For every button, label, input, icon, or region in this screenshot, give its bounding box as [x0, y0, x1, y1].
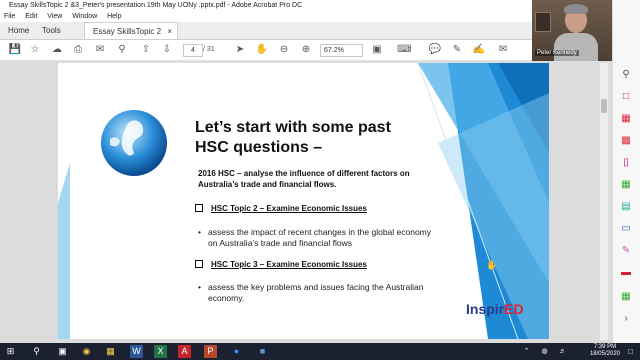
clock-date: 18/05/2020 [589, 351, 620, 357]
menu-edit[interactable]: Edit [25, 13, 37, 20]
create-pdf-icon[interactable]: ▦ [619, 112, 633, 126]
checkbox-icon [195, 204, 203, 212]
taskbar-clock[interactable]: 7:39 PM 18/05/2020 [590, 344, 620, 358]
acrobat-icon[interactable]: A [178, 345, 191, 358]
sign-icon[interactable]: ✍ [472, 43, 486, 57]
menu-help[interactable]: Help [107, 13, 121, 20]
section1-bullet: • assess the impact of recent changes in … [198, 227, 438, 249]
section2-bullet: • assess the key problems and issues faci… [198, 282, 438, 304]
tab-bar: Home Tools Essay SkillsTopic 2 ... × [0, 22, 532, 53]
bullet-icon: • [198, 282, 201, 292]
search-icon[interactable]: ⚲ [619, 68, 633, 82]
slide-question: 2016 HSC – analyse the influence of diff… [198, 169, 410, 189]
powerpoint-icon[interactable]: P [204, 345, 217, 358]
zoom-level-select[interactable]: 67.2% [320, 44, 363, 57]
section1-heading: HSC Topic 2 – Examine Economic Issues [195, 204, 367, 213]
fit-page-icon[interactable]: ▣ [370, 43, 384, 57]
hand-tool-icon[interactable]: ✋ [255, 43, 269, 57]
file-explorer-icon[interactable]: ▦ [104, 345, 117, 358]
email-icon[interactable]: ✉ [93, 43, 107, 57]
tab-document[interactable]: Essay SkillsTopic 2 ... × [84, 22, 178, 53]
tab-home[interactable]: Home [8, 22, 29, 39]
windows-taskbar: ⊞ ⚲ ▣ ◉ ▦ W X A P ● ■ ⌃ ◍ ♬ 7:39 PM 18/0… [0, 343, 640, 360]
person-hair [564, 4, 588, 14]
organize-pages-icon[interactable]: ▤ [619, 200, 633, 214]
print-icon[interactable]: ⎙ [71, 43, 85, 57]
menu-file[interactable]: File [4, 13, 15, 20]
checkbox-icon [195, 260, 203, 268]
keyboard-scroll-icon[interactable]: ⌨ [397, 43, 411, 57]
toolbar: 💾 ☆ ☁ ⎙ ✉ ⚲ ⇧ ⇩ ➤ ✋ ⊖ ⊕ ▣ ⌨ 💬 ✎ ✍ ✉ [0, 40, 532, 61]
excel-icon[interactable]: X [154, 345, 167, 358]
fill-sign-icon[interactable]: ✎ [619, 244, 633, 258]
highlight-pen-icon[interactable]: ✎ [450, 43, 464, 57]
logo-accent: ED [504, 301, 524, 317]
send-for-review-icon[interactable]: ▬ [619, 266, 633, 280]
edit-pdf-icon[interactable]: ▩ [619, 134, 633, 148]
chrome-icon[interactable]: ◉ [80, 345, 93, 358]
logo-main: Inspir [466, 301, 505, 317]
volume-icon[interactable]: ♬ [556, 345, 569, 358]
page-total: / 31 [203, 46, 215, 53]
section1-heading-text: HSC Topic 2 – Examine Economic Issues [211, 204, 367, 213]
notification-icon[interactable]: □ [624, 345, 637, 358]
comment-tool-icon[interactable]: ▯ [619, 156, 633, 170]
right-tools-panel: ⚲ □ ▦ ▩ ▯ ▦ ▤ ▭ ✎ ▬ ▦ › [612, 0, 640, 343]
protect-icon[interactable]: ▭ [619, 222, 633, 236]
comment-icon[interactable]: 💬 [428, 43, 442, 57]
zoom-out-icon[interactable]: ⊖ [277, 43, 291, 57]
menu-window[interactable]: Window [72, 13, 97, 20]
inspired-logo: InspirED [466, 301, 524, 317]
section1-bullet-text: assess the impact of recent changes in t… [208, 227, 432, 248]
bookmark-star-icon[interactable]: ☆ [28, 43, 42, 57]
slide-title: Let’s start with some past HSC questions… [195, 119, 391, 156]
tools-more-icon[interactable]: ▦ [619, 290, 633, 304]
upload-cloud-icon[interactable]: ☁ [50, 43, 64, 57]
left-edge-stripe [58, 163, 70, 339]
bullet-icon: • [198, 227, 201, 237]
person-shirt [554, 33, 598, 61]
next-page-icon[interactable]: ⇩ [160, 43, 174, 57]
participant-name: Peter Kennedy [535, 50, 579, 56]
expand-panel-icon[interactable]: › [619, 312, 633, 326]
combine-files-icon[interactable]: ▦ [619, 178, 633, 192]
page-number-input[interactable]: 4 [183, 44, 203, 57]
slide-page: Let’s start with some past HSC questions… [58, 63, 549, 339]
network-icon[interactable]: ◍ [538, 345, 551, 358]
vertical-scrollbar[interactable] [600, 63, 608, 340]
wall-frame [535, 12, 551, 32]
word-icon[interactable]: W [130, 345, 143, 358]
section2-bullet-text: assess the key problems and issues facin… [208, 282, 424, 303]
clock-time: 7:39 PM [593, 344, 617, 350]
save-icon[interactable]: 💾 [8, 43, 22, 57]
previous-page-icon[interactable]: ⇧ [139, 43, 153, 57]
video-feed: Peter Kennedy [532, 0, 612, 61]
tab-tools[interactable]: Tools [42, 22, 61, 39]
select-cursor-icon[interactable]: ➤ [233, 43, 247, 57]
zoom-in-icon[interactable]: ⊕ [299, 43, 313, 57]
start-icon[interactable]: ⊞ [4, 345, 17, 358]
system-tray-icon[interactable]: ⌃ [520, 345, 533, 358]
share-icon[interactable]: ✉ [496, 43, 510, 57]
search-icon[interactable]: ⚲ [30, 345, 43, 358]
hand-cursor-icon: ✋ [486, 260, 498, 270]
taskbar-app-icon[interactable]: ■ [256, 345, 269, 358]
scrollbar-thumb[interactable] [601, 99, 607, 113]
zoom-app-icon[interactable]: ● [230, 345, 243, 358]
close-tab-icon[interactable]: × [167, 23, 172, 40]
section2-heading-text: HSC Topic 3 – Examine Economic Issues [211, 260, 367, 269]
window-title: Essay SkillsTopic 2 &3_Peter's presentat… [9, 2, 303, 9]
menu-view[interactable]: View [47, 13, 62, 20]
export-pdf-icon[interactable]: □ [619, 90, 633, 104]
section2-heading: HSC Topic 3 – Examine Economic Issues [195, 260, 367, 269]
search-icon[interactable]: ⚲ [115, 43, 129, 57]
task-view-icon[interactable]: ▣ [56, 345, 69, 358]
